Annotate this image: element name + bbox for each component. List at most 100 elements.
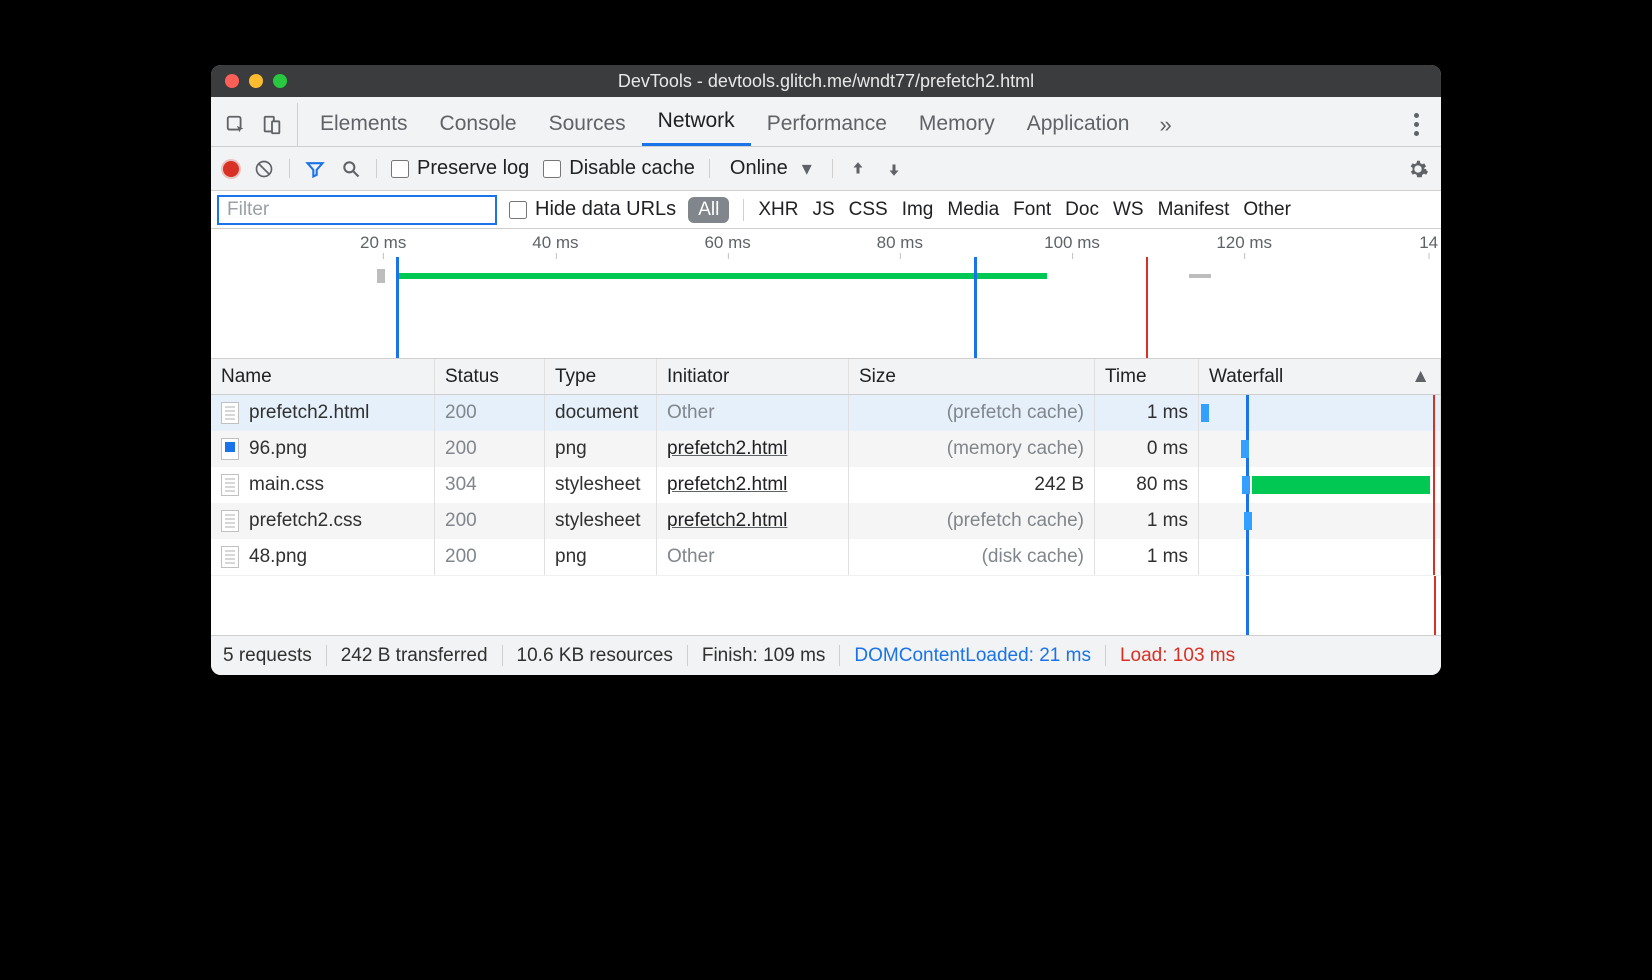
type-filter-manifest[interactable]: Manifest [1158, 199, 1230, 221]
settings-icon[interactable] [1407, 158, 1429, 180]
disable-cache-label: Disable cache [569, 157, 695, 180]
request-name: prefetch2.html [249, 402, 369, 424]
overview-handle[interactable] [377, 269, 385, 283]
record-button[interactable] [223, 161, 239, 177]
table-row[interactable]: main.css304stylesheetprefetch2.html242 B… [211, 467, 1441, 503]
device-toolbar-icon[interactable] [261, 114, 283, 136]
tab-performance[interactable]: Performance [751, 104, 903, 146]
col-status[interactable]: Status [435, 359, 545, 394]
request-waterfall [1199, 503, 1441, 539]
overview-gray-segment [1189, 274, 1211, 278]
request-size: (prefetch cache) [849, 395, 1095, 431]
type-filter-css[interactable]: CSS [849, 199, 888, 221]
type-filter-xhr[interactable]: XHR [758, 199, 798, 221]
footer-dcl: DOMContentLoaded: 21 ms [854, 645, 1091, 667]
sort-asc-icon: ▲ [1411, 366, 1430, 388]
footer-load: Load: 103 ms [1120, 645, 1235, 667]
request-type: png [545, 539, 657, 575]
throttling-select[interactable]: Online ▾ [724, 156, 818, 181]
col-type[interactable]: Type [545, 359, 657, 394]
tab-application[interactable]: Application [1011, 104, 1146, 146]
request-initiator[interactable]: prefetch2.html [667, 438, 787, 460]
titlebar[interactable]: DevTools - devtools.glitch.me/wndt77/pre… [211, 65, 1441, 97]
devtools-window: DevTools - devtools.glitch.me/wndt77/pre… [211, 65, 1441, 675]
overview-tick: 120 ms [1216, 233, 1272, 253]
request-waterfall [1199, 539, 1441, 575]
overview-tick: 14 [1419, 233, 1438, 253]
footer-resources: 10.6 KB resources [517, 645, 673, 667]
col-waterfall[interactable]: Waterfall ▲ [1199, 359, 1441, 394]
col-size[interactable]: Size [849, 359, 1095, 394]
chevron-down-icon: ▾ [802, 156, 812, 181]
request-size: (disk cache) [849, 539, 1095, 575]
devtools-menu-button[interactable] [1402, 113, 1431, 136]
network-toolbar: Preserve log Disable cache Online ▾ [211, 147, 1441, 191]
preserve-log-label: Preserve log [417, 157, 529, 180]
overview-activity-band [396, 273, 1048, 279]
overview-dcl-line [396, 257, 399, 358]
request-waterfall [1199, 467, 1441, 503]
col-initiator[interactable]: Initiator [657, 359, 849, 394]
disable-cache-checkbox[interactable]: Disable cache [543, 157, 695, 180]
overview-tick: 40 ms [532, 233, 578, 253]
type-filter-js[interactable]: JS [812, 199, 834, 221]
request-initiator: Other [667, 546, 715, 568]
tab-elements[interactable]: Elements [304, 104, 424, 146]
filter-input[interactable] [217, 195, 497, 225]
tab-network[interactable]: Network [642, 101, 751, 146]
download-har-icon[interactable] [883, 158, 905, 180]
request-name: prefetch2.css [249, 510, 362, 532]
type-filter-all[interactable]: All [688, 197, 729, 223]
col-time[interactable]: Time [1095, 359, 1199, 394]
inspect-element-icon[interactable] [225, 114, 247, 136]
clear-button[interactable] [253, 158, 275, 180]
waterfall-load-line [1434, 576, 1436, 635]
table-row[interactable]: prefetch2.css200stylesheetprefetch2.html… [211, 503, 1441, 539]
upload-har-icon[interactable] [847, 158, 869, 180]
overview-tick: 60 ms [704, 233, 750, 253]
table-row[interactable]: prefetch2.html200documentOther(prefetch … [211, 395, 1441, 431]
dots-vertical-icon [1414, 113, 1419, 136]
type-filter-other[interactable]: Other [1243, 199, 1291, 221]
timeline-overview[interactable]: 20 ms40 ms60 ms80 ms100 ms120 ms14 [211, 229, 1441, 359]
footer-requests: 5 requests [223, 645, 312, 667]
image-file-icon [221, 438, 239, 460]
image-file-icon [221, 546, 239, 568]
hide-data-urls-checkbox[interactable]: Hide data URLs [509, 198, 676, 221]
col-name[interactable]: Name [211, 359, 435, 394]
hide-data-urls-label: Hide data URLs [535, 198, 676, 221]
request-size: (memory cache) [849, 431, 1095, 467]
request-time: 1 ms [1095, 539, 1199, 575]
traffic-lights [225, 74, 287, 88]
footer-finish: Finish: 109 ms [702, 645, 826, 667]
type-filter-doc[interactable]: Doc [1065, 199, 1099, 221]
request-initiator[interactable]: prefetch2.html [667, 474, 787, 496]
type-filter-media[interactable]: Media [947, 199, 999, 221]
type-filter-img[interactable]: Img [902, 199, 934, 221]
table-row[interactable]: 96.png200pngprefetch2.html(memory cache)… [211, 431, 1441, 467]
tab-memory[interactable]: Memory [903, 104, 1011, 146]
type-filter-font[interactable]: Font [1013, 199, 1051, 221]
zoom-window-button[interactable] [273, 74, 287, 88]
more-tabs-button[interactable]: » [1151, 112, 1179, 138]
network-table: Name Status Type Initiator Size Time Wat… [211, 359, 1441, 635]
request-name: 96.png [249, 438, 307, 460]
search-icon[interactable] [340, 158, 362, 180]
preserve-log-checkbox[interactable]: Preserve log [391, 157, 529, 180]
table-row[interactable]: 48.png200pngOther(disk cache)1 ms [211, 539, 1441, 575]
waterfall-dcl-line [1246, 576, 1249, 635]
type-filter-ws[interactable]: WS [1113, 199, 1144, 221]
request-initiator[interactable]: prefetch2.html [667, 510, 787, 532]
tab-console[interactable]: Console [424, 104, 533, 146]
filter-toggle-icon[interactable] [304, 158, 326, 180]
table-empty-area [211, 575, 1441, 635]
request-type: png [545, 431, 657, 467]
request-size: (prefetch cache) [849, 503, 1095, 539]
minimize-window-button[interactable] [249, 74, 263, 88]
tab-sources[interactable]: Sources [533, 104, 642, 146]
throttling-value: Online [730, 157, 788, 180]
request-status: 200 [435, 395, 545, 431]
status-bar: 5 requests 242 B transferred 10.6 KB res… [211, 635, 1441, 675]
close-window-button[interactable] [225, 74, 239, 88]
request-time: 0 ms [1095, 431, 1199, 467]
